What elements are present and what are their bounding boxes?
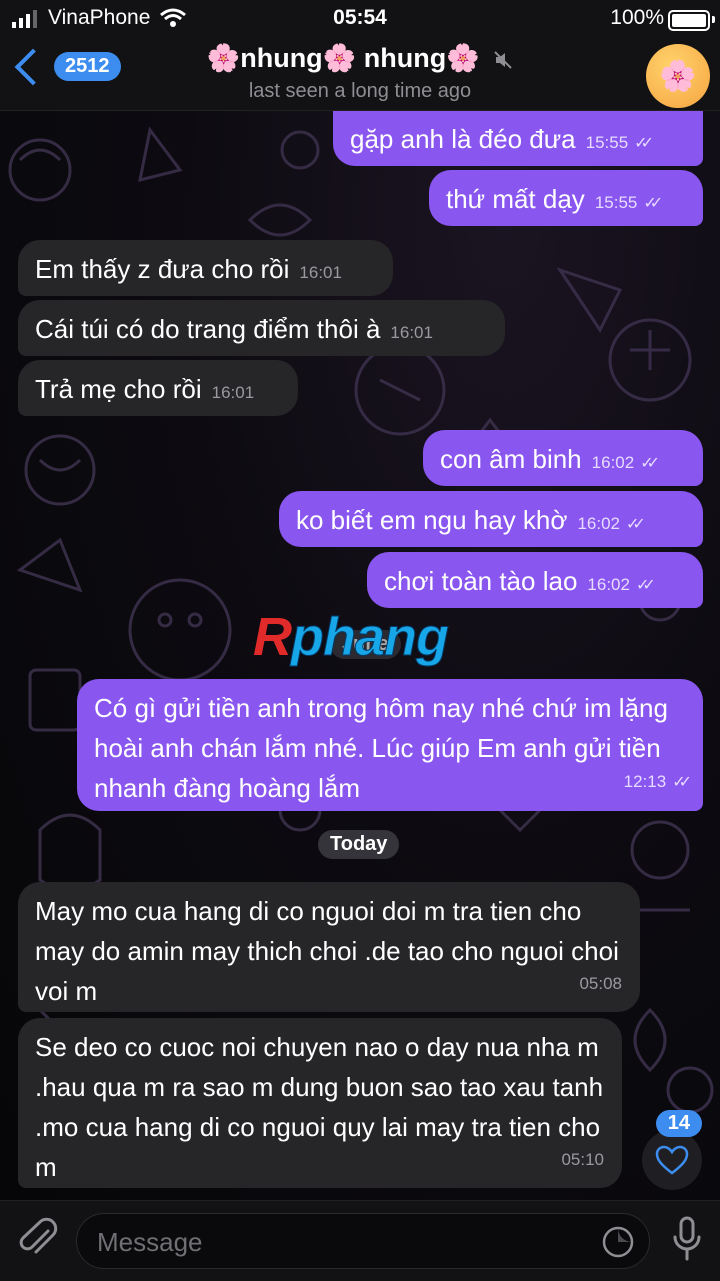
battery-icon bbox=[668, 10, 710, 31]
status-bar: VinaPhone 05:54 100% bbox=[0, 0, 720, 38]
read-checks-icon: ✓✓ bbox=[634, 135, 654, 152]
message-time: 15:55 ✓✓ bbox=[595, 183, 663, 224]
watermark-logo: Rphang bbox=[253, 607, 449, 668]
message-bubble[interactable]: May mo cua hang di co nguoi doi m tra ti… bbox=[18, 882, 640, 1012]
message-bubble[interactable]: Em thấy z đưa cho rồi 16:01 bbox=[18, 240, 393, 296]
message-time: 15:55 ✓✓ bbox=[586, 123, 654, 164]
message-bubble[interactable]: thứ mất dạy 15:55 ✓✓ bbox=[429, 170, 703, 226]
battery-tip bbox=[712, 16, 715, 23]
message-input[interactable] bbox=[95, 1224, 579, 1260]
message-bubble[interactable]: Có gì gửi tiền anh trong hôm nay nhé chứ… bbox=[77, 679, 703, 811]
message-text: thứ mất dạy bbox=[446, 184, 585, 214]
avatar-emoji: 🌸 bbox=[659, 59, 697, 93]
message-bubble[interactable]: Se deo co cuoc noi chuyen nao o day nua … bbox=[18, 1018, 622, 1188]
message-text: Em thấy z đưa cho rồi bbox=[35, 254, 290, 284]
message-text: chơi toàn tào lao bbox=[384, 566, 578, 596]
message-time: 16:02 ✓✓ bbox=[577, 504, 646, 545]
message-time: 05:08 bbox=[579, 974, 622, 993]
message-time: 16:01 bbox=[299, 263, 342, 282]
message-time: 05:10 bbox=[561, 1150, 604, 1169]
chat-header: 2512 🌸nhung🌸 nhung🌸 last seen a long tim… bbox=[0, 38, 720, 111]
read-checks-icon: ✓✓ bbox=[672, 774, 692, 791]
message-time: 12:13 ✓✓ bbox=[624, 762, 692, 803]
message-text: Cái túi có do trang điểm thôi à bbox=[35, 314, 381, 344]
muted-speaker-icon bbox=[494, 51, 513, 69]
message-input-bar bbox=[0, 1200, 720, 1281]
message-time: 16:02 ✓✓ bbox=[587, 565, 656, 606]
last-seen-status: last seen a long time ago bbox=[248, 80, 472, 102]
message-field[interactable] bbox=[76, 1213, 650, 1269]
message-text: Trả mẹ cho rồi bbox=[35, 374, 202, 404]
message-time: 16:01 bbox=[390, 323, 433, 342]
message-text: Se deo co cuoc noi chuyen nao o day nua … bbox=[35, 1032, 604, 1182]
read-checks-icon: ✓✓ bbox=[635, 577, 656, 594]
message-bubble[interactable]: gặp anh là đéo đưa 15:55 ✓✓ bbox=[333, 110, 703, 166]
message-bubble[interactable]: Cái túi có do trang điểm thôi à 16:01 bbox=[18, 300, 505, 356]
chat-title: 🌸nhung🌸 nhung🌸 bbox=[206, 43, 480, 73]
message-time: 16:02 ✓✓ bbox=[592, 443, 660, 484]
message-text: Có gì gửi tiền anh trong hôm nay nhé chứ… bbox=[94, 693, 668, 803]
message-text: gặp anh là đéo đưa bbox=[350, 124, 576, 154]
date-separator: Today bbox=[318, 830, 400, 859]
unread-reactions-badge: 14 bbox=[655, 1110, 702, 1137]
paperclip-icon[interactable] bbox=[18, 1217, 58, 1263]
message-bubble[interactable]: con âm binh 16:02 ✓✓ bbox=[423, 430, 703, 486]
message-bubble[interactable]: ko biết em ngu hay khờ 16:02 ✓✓ bbox=[279, 491, 703, 547]
message-text: May mo cua hang di co nguoi doi m tra ti… bbox=[35, 896, 619, 1006]
read-checks-icon: ✓✓ bbox=[640, 455, 660, 472]
reactions-jump-button[interactable] bbox=[642, 1130, 702, 1190]
microphone-icon[interactable] bbox=[672, 1215, 702, 1263]
sticker-icon[interactable] bbox=[601, 1225, 635, 1259]
message-bubble[interactable]: chơi toàn tào lao 16:02 ✓✓ bbox=[367, 552, 703, 608]
battery-percent: 100% bbox=[610, 6, 664, 29]
avatar[interactable]: 🌸 bbox=[646, 44, 710, 108]
message-text: ko biết em ngu hay khờ bbox=[296, 505, 568, 535]
chat-title-row[interactable]: 🌸nhung🌸 nhung🌸 bbox=[0, 42, 720, 74]
heart-icon bbox=[655, 1145, 689, 1175]
read-checks-icon: ✓✓ bbox=[643, 195, 663, 212]
message-time: 16:01 bbox=[211, 383, 255, 402]
read-checks-icon: ✓✓ bbox=[625, 516, 646, 533]
message-bubble[interactable]: Trả mẹ cho rồi 16:01 bbox=[18, 360, 298, 416]
message-text: con âm binh bbox=[440, 444, 582, 474]
